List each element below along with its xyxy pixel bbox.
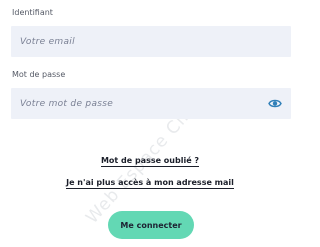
identifier-label: Identifiant xyxy=(12,8,53,17)
login-button[interactable]: Me connecter xyxy=(108,211,194,239)
watermark: Web Espace Client xyxy=(82,84,215,228)
eye-icon[interactable] xyxy=(268,97,282,110)
login-form: Web Espace Client Identifiant Mot de pas… xyxy=(0,0,300,247)
forgot-password-label: Mot de passe oublié ? xyxy=(100,156,200,167)
password-field-container xyxy=(11,88,291,119)
password-label: Mot de passe xyxy=(12,70,66,79)
email-field[interactable] xyxy=(20,26,265,57)
forgot-password-link[interactable]: Mot de passe oublié ? xyxy=(0,156,300,167)
password-field[interactable] xyxy=(20,88,265,119)
email-field-container xyxy=(11,26,291,57)
lost-email-access-label: Je n'ai plus accès à mon adresse mail xyxy=(66,178,234,189)
lost-email-access-link[interactable]: Je n'ai plus accès à mon adresse mail xyxy=(0,178,300,189)
